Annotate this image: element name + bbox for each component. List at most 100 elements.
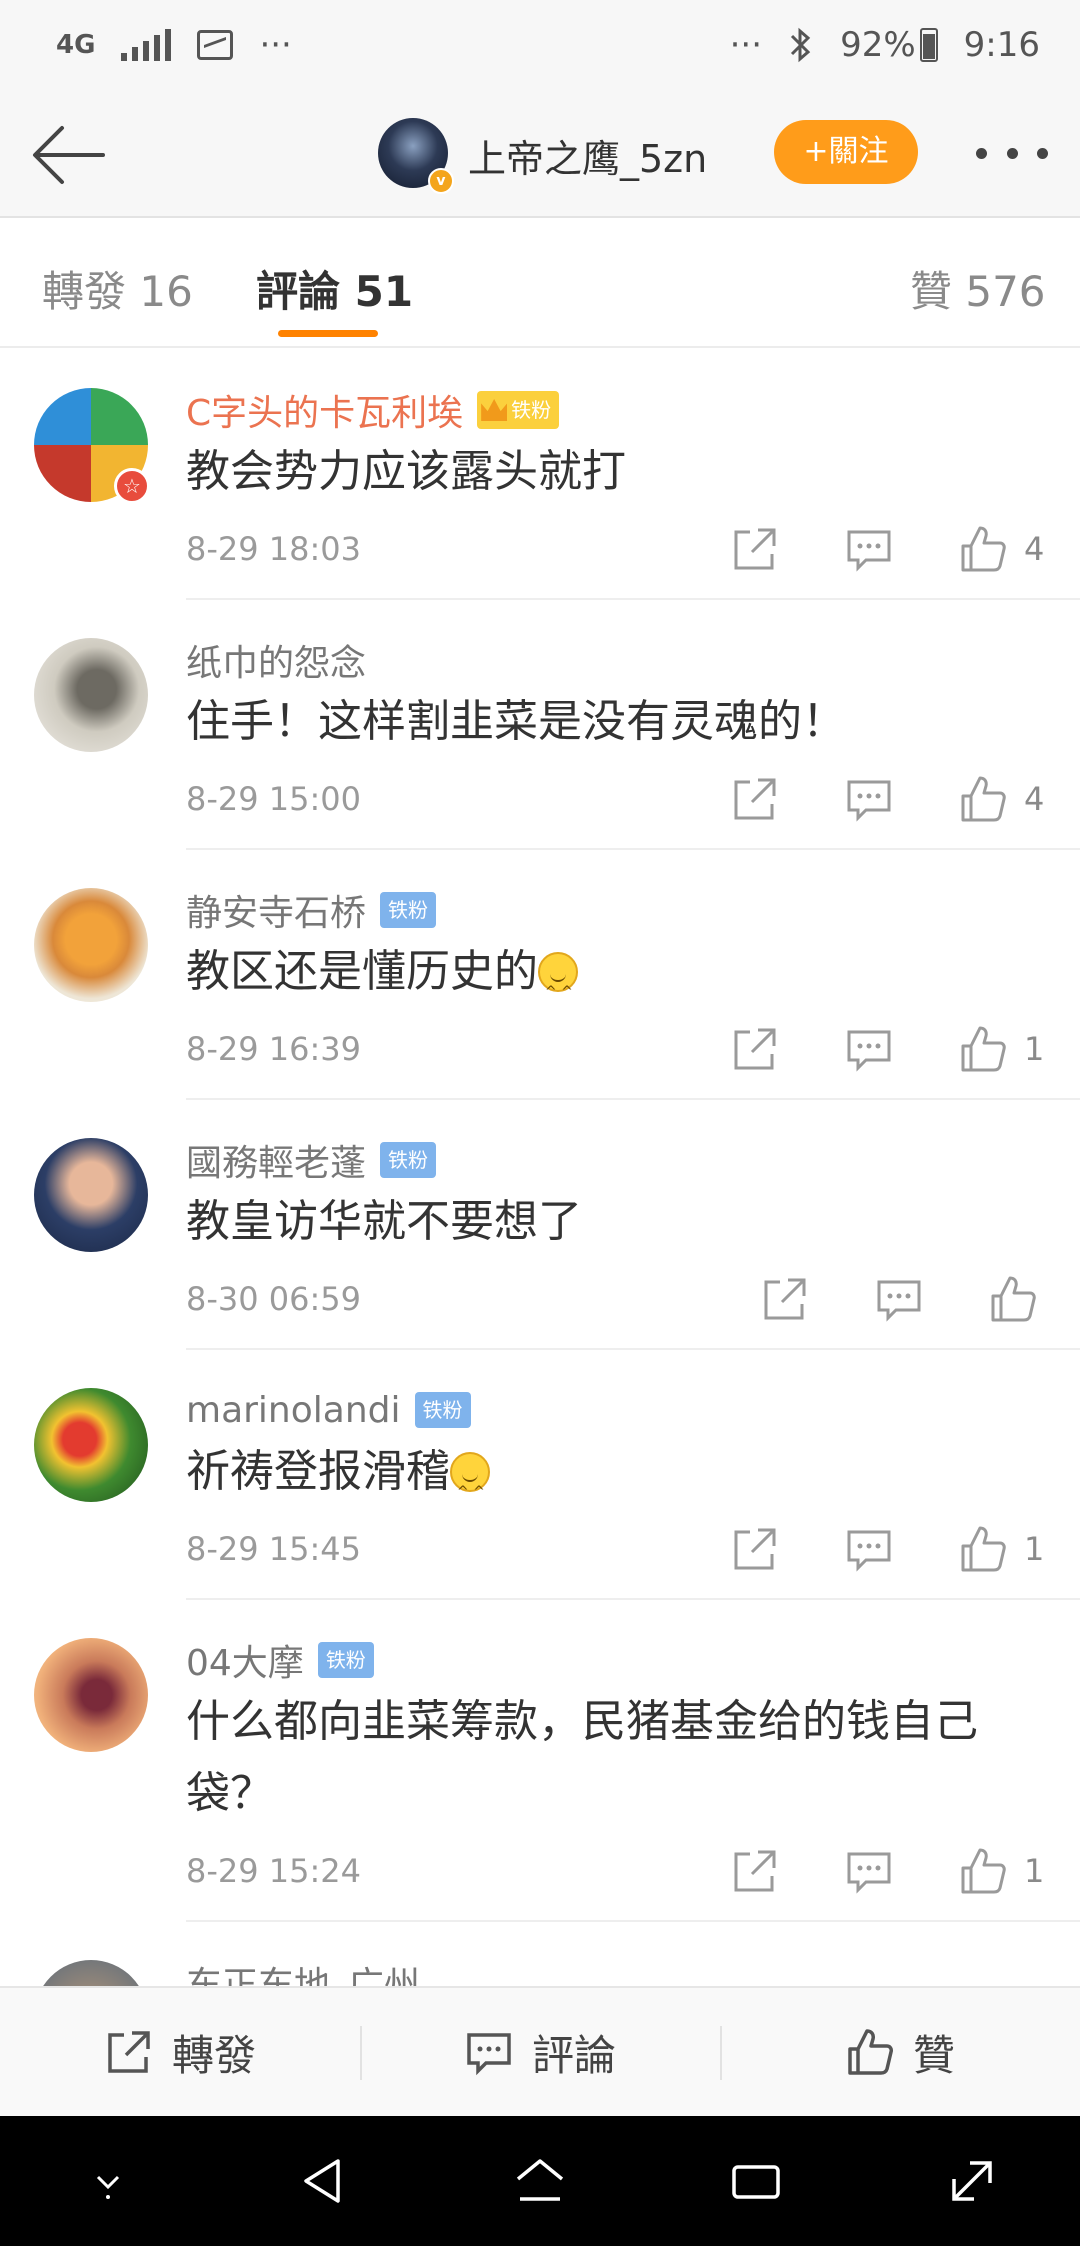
repost-button[interactable]: 轉發	[0, 1988, 360, 2116]
network-type: 4G	[56, 30, 96, 60]
smile-emoji-icon	[450, 1452, 490, 1528]
title-bar: v 上帝之鹰_5zn +關注	[0, 90, 1080, 218]
comment-item: 静安寺石桥 铁粉 教区还是懂历史的 8-29 16:39 1	[34, 850, 1080, 1100]
more-status: ···	[729, 25, 763, 65]
comment-item: 东正东地_广州	[34, 1922, 1080, 1986]
smile-emoji-icon	[538, 952, 578, 1028]
share-icon[interactable]	[730, 524, 780, 574]
bluetooth-icon	[791, 27, 811, 63]
comment-time: 8-29 15:24	[186, 1852, 362, 1890]
comment-item: 04大摩 铁粉 什么都向韭菜筹款，民猪基金给的钱自己袋？ 8-29 15:24 …	[34, 1600, 1080, 1922]
fan-badge: 铁粉	[380, 892, 437, 928]
avatar[interactable]	[34, 888, 148, 1002]
expand-nav-icon[interactable]	[940, 2149, 1004, 2213]
like-count: 1	[1024, 1852, 1045, 1890]
like-count: 4	[1024, 780, 1045, 818]
system-nav-bar	[0, 2116, 1080, 2246]
crown-icon	[481, 399, 508, 421]
comment-label: 評論	[531, 2030, 616, 2080]
signal-icon	[121, 29, 172, 61]
like-icon[interactable]	[958, 1024, 1008, 1074]
comment-text: 教皇访华就不要想了	[186, 1196, 582, 1247]
avatar[interactable]	[34, 1960, 148, 1986]
avatar[interactable]	[34, 1388, 148, 1502]
more-options-icon[interactable]	[976, 138, 1048, 168]
like-icon[interactable]	[958, 1846, 1008, 1896]
reply-icon[interactable]	[844, 1846, 894, 1896]
comment-item: 國務輕老蓬 铁粉 教皇访华就不要想了 8-30 06:59	[34, 1100, 1080, 1350]
comment-author[interactable]: 04大摩	[186, 1634, 304, 1686]
follow-button[interactable]: +關注	[774, 120, 918, 184]
back-arrow-icon	[33, 126, 105, 184]
like-icon[interactable]	[958, 774, 1008, 824]
comment-author[interactable]: C字头的卡瓦利埃	[186, 384, 463, 436]
avatar[interactable]	[34, 1638, 148, 1752]
fan-badge: 铁粉	[414, 1392, 471, 1428]
repost-icon	[108, 2031, 150, 2073]
active-tab-indicator	[278, 330, 378, 337]
reply-icon[interactable]	[844, 1524, 894, 1574]
like-label: 贊	[912, 2030, 955, 2080]
like-icon[interactable]	[958, 524, 1008, 574]
comment-time: 8-29 15:45	[186, 1530, 362, 1568]
like-icon	[848, 2029, 893, 2075]
comment-time: 8-29 18:03	[186, 530, 362, 568]
comment-item: marinolandi 铁粉 祈祷登报滑稽 8-29 15:45 1	[34, 1350, 1080, 1600]
reply-icon[interactable]	[844, 1024, 894, 1074]
comment-text: 什么都向韭菜筹款，民猪基金给的钱自己袋？	[186, 1696, 978, 1819]
comment-text: 住手！这样割韭菜是没有灵魂的！	[186, 696, 846, 747]
status-bar: 4G ··· ··· 92% 9:16	[0, 0, 1080, 90]
comment-button[interactable]: 評論	[360, 1988, 720, 2116]
battery-icon	[919, 28, 938, 62]
comment-time: 8-29 16:39	[186, 1030, 362, 1068]
like-count: 4	[1024, 530, 1045, 568]
reply-icon[interactable]	[844, 524, 894, 574]
fan-badge: 铁粉	[477, 391, 560, 429]
back-nav-icon[interactable]	[292, 2149, 356, 2213]
tab-repost[interactable]: 轉發 16	[42, 258, 193, 319]
like-icon[interactable]	[958, 1524, 1008, 1574]
comment-author[interactable]: 國務輕老蓬	[186, 1134, 366, 1186]
repost-label: 轉發	[171, 2030, 256, 2080]
bottom-action-bar: 轉發 評論 贊	[0, 1986, 1080, 2116]
tab-likes[interactable]: 贊 576	[910, 258, 1046, 319]
comment-author[interactable]: marinolandi	[186, 1390, 401, 1431]
comment-text: 教区还是懂历史的	[186, 936, 1080, 1028]
hide-keyboard-icon[interactable]	[76, 2149, 140, 2213]
more-notifications: ···	[259, 25, 292, 65]
page-title-username[interactable]: 上帝之鹰_5zn	[468, 128, 707, 183]
image-notification-icon	[197, 30, 234, 60]
share-icon[interactable]	[730, 1846, 780, 1896]
comment-list[interactable]: ☆ C字头的卡瓦利埃 铁粉 教会势力应该露头就打 8-29 18:03 4 纸巾…	[0, 350, 1080, 1986]
back-button[interactable]	[28, 120, 108, 190]
reply-icon[interactable]	[874, 1274, 924, 1324]
comment-item: ☆ C字头的卡瓦利埃 铁粉 教会势力应该露头就打 8-29 18:03 4	[34, 350, 1080, 600]
comment-text: 祈祷登报滑稽	[186, 1436, 1080, 1528]
like-count: 1	[1024, 1030, 1045, 1068]
share-icon[interactable]	[760, 1274, 810, 1324]
recents-nav-icon[interactable]	[724, 2149, 788, 2213]
comment-author[interactable]: 纸巾的怨念	[186, 634, 366, 686]
battery-percent: 92%	[840, 25, 916, 65]
avatar[interactable]	[34, 638, 148, 752]
like-button[interactable]: 贊	[720, 1988, 1080, 2116]
user-avatar[interactable]: v	[378, 118, 454, 194]
share-icon[interactable]	[730, 774, 780, 824]
home-nav-icon[interactable]	[508, 2149, 572, 2213]
comment-author[interactable]: 静安寺石桥	[186, 884, 366, 936]
avatar[interactable]: ☆	[34, 388, 150, 504]
fan-badge: 铁粉	[380, 1142, 437, 1178]
comment-time: 8-29 15:00	[186, 780, 362, 818]
comment-time: 8-30 06:59	[186, 1280, 362, 1318]
comment-item: 纸巾的怨念 住手！这样割韭菜是没有灵魂的！ 8-29 15:00 4	[34, 600, 1080, 850]
comment-author[interactable]: 东正东地_广州	[186, 1956, 420, 1986]
reply-icon[interactable]	[844, 774, 894, 824]
like-icon[interactable]	[988, 1274, 1038, 1324]
like-count: 1	[1024, 1530, 1045, 1568]
avatar[interactable]	[34, 1138, 148, 1252]
tab-comments[interactable]: 評論 51	[256, 258, 413, 319]
fan-badge: 铁粉	[317, 1642, 374, 1678]
share-icon[interactable]	[730, 1024, 780, 1074]
share-icon[interactable]	[730, 1524, 780, 1574]
clock: 9:16	[963, 25, 1040, 65]
